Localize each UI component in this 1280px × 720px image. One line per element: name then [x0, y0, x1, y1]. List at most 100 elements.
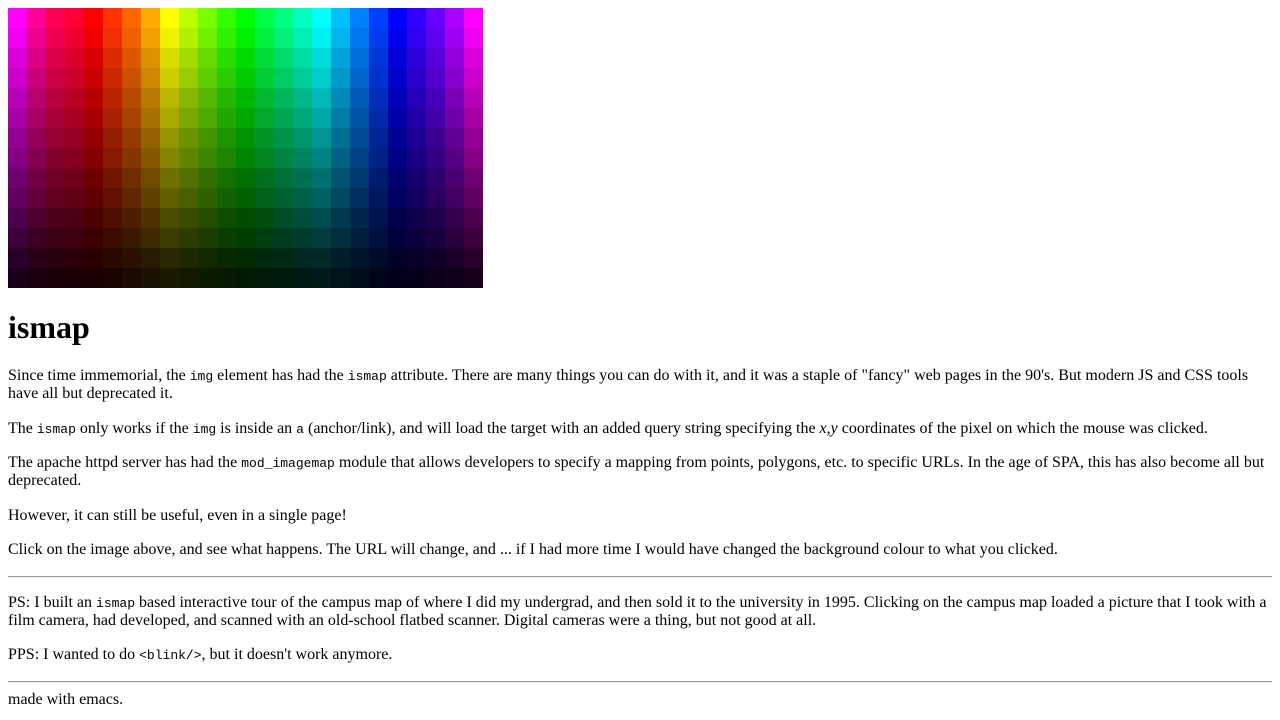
palette-cell[interactable]: [160, 148, 179, 168]
palette-cell[interactable]: [407, 208, 426, 228]
palette-cell[interactable]: [312, 28, 331, 48]
palette-cell[interactable]: [122, 148, 141, 168]
palette-cell[interactable]: [407, 48, 426, 68]
palette-cell[interactable]: [426, 48, 445, 68]
palette-cell[interactable]: [160, 188, 179, 208]
palette-cell[interactable]: [217, 88, 236, 108]
palette-cell[interactable]: [274, 8, 293, 28]
palette-cell[interactable]: [293, 68, 312, 88]
palette-cell[interactable]: [84, 28, 103, 48]
palette-cell[interactable]: [160, 68, 179, 88]
palette-cell[interactable]: [350, 188, 369, 208]
palette-cell[interactable]: [84, 268, 103, 288]
palette-cell[interactable]: [141, 248, 160, 268]
palette-cell[interactable]: [445, 188, 464, 208]
palette-cell[interactable]: [236, 48, 255, 68]
palette-cell[interactable]: [293, 208, 312, 228]
palette-cell[interactable]: [369, 208, 388, 228]
palette-cell[interactable]: [369, 28, 388, 48]
palette-cell[interactable]: [407, 128, 426, 148]
palette-cell[interactable]: [27, 208, 46, 228]
palette-cell[interactable]: [103, 148, 122, 168]
palette-cell[interactable]: [388, 208, 407, 228]
palette-cell[interactable]: [293, 168, 312, 188]
palette-cell[interactable]: [331, 168, 350, 188]
palette-cell[interactable]: [407, 148, 426, 168]
palette-cell[interactable]: [350, 108, 369, 128]
palette-cell[interactable]: [331, 108, 350, 128]
palette-cell[interactable]: [46, 48, 65, 68]
palette-cell[interactable]: [274, 68, 293, 88]
palette-cell[interactable]: [464, 228, 483, 248]
palette-cell[interactable]: [255, 88, 274, 108]
palette-cell[interactable]: [84, 128, 103, 148]
palette-cell[interactable]: [426, 108, 445, 128]
palette-cell[interactable]: [350, 268, 369, 288]
palette-cell[interactable]: [464, 248, 483, 268]
palette-cell[interactable]: [27, 268, 46, 288]
palette-cell[interactable]: [331, 48, 350, 68]
palette-cell[interactable]: [8, 128, 27, 148]
palette-cell[interactable]: [407, 68, 426, 88]
palette-cell[interactable]: [331, 268, 350, 288]
palette-cell[interactable]: [179, 248, 198, 268]
palette-cell[interactable]: [65, 128, 84, 148]
palette-cell[interactable]: [103, 28, 122, 48]
palette-cell[interactable]: [27, 128, 46, 148]
palette-cell[interactable]: [369, 68, 388, 88]
palette-cell[interactable]: [65, 228, 84, 248]
palette-cell[interactable]: [103, 68, 122, 88]
palette-cell[interactable]: [293, 108, 312, 128]
palette-cell[interactable]: [27, 168, 46, 188]
palette-cell[interactable]: [388, 268, 407, 288]
palette-cell[interactable]: [464, 28, 483, 48]
palette-cell[interactable]: [464, 188, 483, 208]
palette-cell[interactable]: [84, 8, 103, 28]
palette-cell[interactable]: [293, 188, 312, 208]
palette-cell[interactable]: [426, 188, 445, 208]
palette-cell[interactable]: [84, 248, 103, 268]
palette-cell[interactable]: [293, 8, 312, 28]
palette-cell[interactable]: [103, 48, 122, 68]
palette-cell[interactable]: [369, 88, 388, 108]
palette-cell[interactable]: [464, 88, 483, 108]
palette-cell[interactable]: [255, 188, 274, 208]
palette-cell[interactable]: [65, 88, 84, 108]
palette-cell[interactable]: [255, 108, 274, 128]
palette-cell[interactable]: [331, 148, 350, 168]
palette-cell[interactable]: [293, 128, 312, 148]
palette-cell[interactable]: [426, 228, 445, 248]
palette-cell[interactable]: [407, 188, 426, 208]
palette-cell[interactable]: [8, 248, 27, 268]
palette-cell[interactable]: [46, 168, 65, 188]
palette-cell[interactable]: [350, 248, 369, 268]
palette-cell[interactable]: [141, 48, 160, 68]
palette-cell[interactable]: [141, 188, 160, 208]
palette-cell[interactable]: [312, 168, 331, 188]
palette-cell[interactable]: [350, 8, 369, 28]
palette-cell[interactable]: [27, 68, 46, 88]
palette-cell[interactable]: [217, 148, 236, 168]
palette-cell[interactable]: [350, 48, 369, 68]
palette-cell[interactable]: [407, 268, 426, 288]
palette-cell[interactable]: [274, 208, 293, 228]
palette-cell[interactable]: [198, 28, 217, 48]
palette-cell[interactable]: [179, 208, 198, 228]
palette-cell[interactable]: [198, 168, 217, 188]
palette-cell[interactable]: [236, 208, 255, 228]
palette-cell[interactable]: [122, 228, 141, 248]
palette-cell[interactable]: [141, 108, 160, 128]
palette-cell[interactable]: [312, 148, 331, 168]
palette-cell[interactable]: [312, 208, 331, 228]
palette-cell[interactable]: [312, 248, 331, 268]
palette-cell[interactable]: [445, 8, 464, 28]
palette-cell[interactable]: [46, 128, 65, 148]
palette-cell[interactable]: [8, 68, 27, 88]
palette-cell[interactable]: [407, 248, 426, 268]
palette-cell[interactable]: [179, 128, 198, 148]
palette-cell[interactable]: [27, 188, 46, 208]
palette-cell[interactable]: [388, 168, 407, 188]
palette-cell[interactable]: [388, 68, 407, 88]
palette-cell[interactable]: [46, 148, 65, 168]
palette-cell[interactable]: [255, 48, 274, 68]
